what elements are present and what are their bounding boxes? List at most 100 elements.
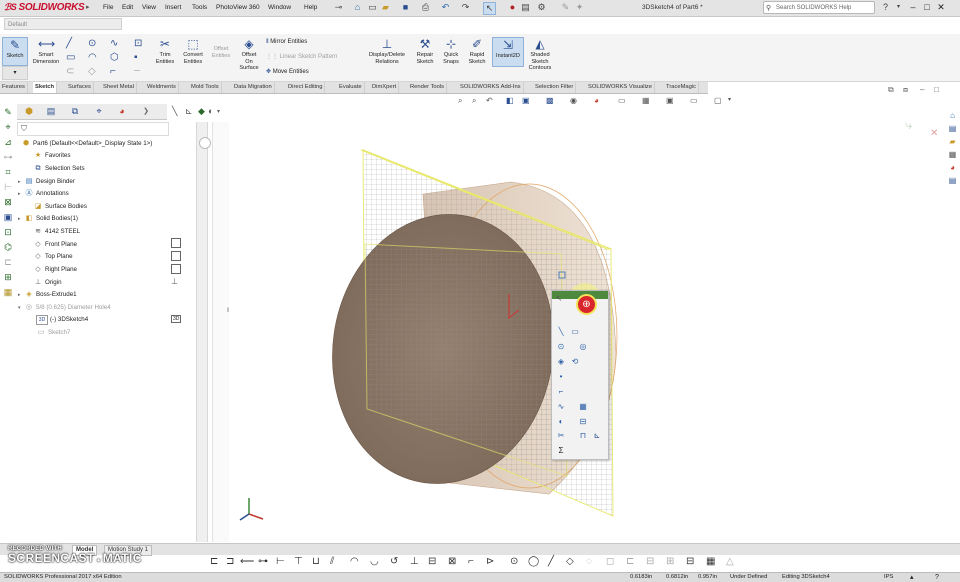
sketch-side-icon-8[interactable]: ▣ <box>2 211 14 223</box>
appearance-mini-icon[interactable]: ◐ <box>208 106 213 116</box>
tree-item[interactable]: ▭ Sketch7 <box>36 328 71 338</box>
panel-expand-icon[interactable]: ❯ <box>139 106 153 117</box>
configuration-select[interactable]: Default <box>4 18 122 30</box>
redo-icon[interactable]: ↷ <box>460 2 471 13</box>
property-manager-tab-icon[interactable]: ▤ <box>44 106 58 117</box>
tab-data-migration[interactable]: Data Migration <box>232 82 275 93</box>
sketch-button[interactable]: ✎ Sketch <box>2 37 28 66</box>
tree-item[interactable]: ▸ ▤ Design Binder <box>18 177 75 187</box>
tab-selection-filter[interactable]: Selection Filter <box>533 82 577 93</box>
rectangle-icon[interactable]: ▭ <box>570 327 580 337</box>
feature-preview-icon[interactable] <box>199 137 211 149</box>
tree-item[interactable]: ◇ Front Plane <box>27 240 77 250</box>
tree-item[interactable]: ▸ Ⓐ Annotations <box>18 189 69 199</box>
help-question-icon[interactable]: ? <box>880 2 891 13</box>
arc-icon[interactable]: ⟲ <box>570 357 580 367</box>
sketch-side-icon-11[interactable]: ⊏ <box>2 256 14 268</box>
custom-properties-icon[interactable]: ▤ <box>947 175 958 186</box>
panel-collapse-icon[interactable]: ‖ <box>227 308 229 314</box>
close-icon[interactable]: ✕ <box>934 2 948 13</box>
tree-item[interactable]: ▸ ◧ Solid Bodies(1) <box>18 214 78 224</box>
origin-visibility-icon[interactable]: ⊥ <box>171 277 178 286</box>
trim-entities-button[interactable]: ✂ Trim Entities <box>152 37 178 65</box>
instant2d-button[interactable]: ⇲ Instant2D <box>492 37 524 67</box>
menu-window[interactable]: Window <box>268 4 291 11</box>
polygon-icon[interactable]: ⬡ <box>110 52 119 63</box>
open-icon[interactable]: ▰ <box>380 2 391 13</box>
restore-view-icon[interactable]: ⧉ <box>888 85 894 95</box>
mini-dropdown-icon[interactable]: ▾ <box>217 108 220 115</box>
convert-entities-button[interactable]: ⬚ Convert Entities <box>179 37 207 65</box>
tree-item-active-sketch[interactable]: 3D (-) 3DSketch4 <box>36 315 89 325</box>
rapid-sketch-button[interactable]: ✐ Rapid Sketch <box>465 37 489 65</box>
arc-icon[interactable]: ◠ <box>88 52 97 63</box>
pin-icon[interactable]: ⊸ <box>333 2 344 13</box>
tab-mold-tools[interactable]: Mold Tools <box>189 82 222 93</box>
tree-item[interactable]: ▾ ◎ 5/8 (0.625) Diameter Hole4 <box>18 303 111 313</box>
bottom-tool-icon-24[interactable]: ⊟ <box>646 556 654 567</box>
rebuild-icon[interactable]: ● <box>507 2 518 13</box>
sketch-side-icon-5[interactable]: ⌗ <box>2 166 14 178</box>
minimize-icon[interactable]: – <box>906 2 920 12</box>
circle-icon[interactable]: ◎ <box>578 342 588 352</box>
menu-file[interactable]: File <box>103 4 113 11</box>
design-library-icon[interactable]: ▤ <box>947 123 958 134</box>
bottom-tool-icon-12[interactable]: ⊥ <box>410 556 419 567</box>
spline-icon[interactable]: ⊙ <box>556 342 566 352</box>
sketch-side-icon-10[interactable]: ⌬ <box>2 241 14 253</box>
right-plane-visibility-icon[interactable] <box>171 264 181 274</box>
repair-sketch-button[interactable]: ⚒ Repair Sketch <box>412 37 438 65</box>
line-icon[interactable]: ╱ <box>66 38 72 49</box>
relations-icon[interactable]: ⊓ <box>578 431 588 441</box>
quick-snaps-button[interactable]: ⊹ Quick Snaps <box>439 37 463 65</box>
sketch-side-icon-3[interactable]: ⊿ <box>2 136 14 148</box>
circle-icon[interactable]: ⊙ <box>88 38 96 49</box>
feature-manager-tab-icon[interactable]: ⬢ <box>22 106 36 117</box>
centerline-icon[interactable]: ┄ <box>134 66 140 77</box>
home-icon[interactable]: ⌂ <box>352 2 363 13</box>
bottom-tool-icon-6[interactable]: ⊤ <box>294 556 303 567</box>
bottom-tool-icon-15[interactable]: ⌐ <box>468 556 474 567</box>
menu-help[interactable]: Help <box>304 4 317 11</box>
shaded-sketch-contours-button[interactable]: ◭ Shaded Sketch Contours <box>525 37 555 72</box>
bottom-tool-icon-3[interactable]: ⟵ <box>240 556 254 567</box>
fillet-icon[interactable]: ⌐ <box>556 387 566 397</box>
sketch-side-icon-4[interactable]: ⊶ <box>2 151 14 163</box>
tab-sketch[interactable]: Sketch <box>33 82 58 93</box>
tree-filter-input[interactable]: ⛉ <box>17 122 169 136</box>
sketch-side-icon-6[interactable]: ⊢ <box>2 181 14 193</box>
hud-dropdown-icon[interactable]: ▾ <box>728 96 731 103</box>
convert-icon[interactable]: ◐ <box>556 417 566 427</box>
tab-evaluate[interactable]: Evaluate <box>337 82 365 93</box>
rapid-icon-disabled[interactable]: ✦ <box>574 2 585 13</box>
point-icon[interactable]: ▪ <box>134 52 138 63</box>
tab-dimxpert[interactable]: DimXpert <box>370 82 400 93</box>
tab-features[interactable]: Features <box>0 82 28 93</box>
view-palette-icon[interactable]: ▦ <box>947 149 958 160</box>
menu-view[interactable]: View <box>142 4 156 11</box>
menu-insert[interactable]: Insert <box>165 4 181 11</box>
dimxpert-manager-tab-icon[interactable]: ⌖ <box>92 106 106 117</box>
sketch-entity-icon[interactable]: ╲ <box>172 106 177 117</box>
bottom-tool-icon-27[interactable]: ▦ <box>706 556 715 567</box>
bottom-tool-icon-21[interactable]: ◌ <box>586 556 592 567</box>
bottom-tool-icon-17[interactable]: ⊙ <box>510 556 518 567</box>
sketch-side-icon-1[interactable]: ✎ <box>2 106 14 118</box>
tree-item[interactable]: ≋ 4142 STEEL <box>27 227 80 237</box>
bottom-tool-icon-16[interactable]: ⊳ <box>486 556 494 567</box>
sketch-side-icon-13[interactable]: ▦ <box>2 286 14 298</box>
line-icon[interactable]: ╲ <box>556 327 566 337</box>
help-search-input[interactable]: ⚲ Search SOLIDWORKS Help <box>763 1 875 14</box>
bottom-tool-icon-1[interactable]: ⊏ <box>210 556 218 567</box>
tab-direct-editing[interactable]: Direct Editing <box>286 82 326 93</box>
bottom-tool-icon-14[interactable]: ⊠ <box>448 556 456 567</box>
point-icon[interactable]: • <box>556 372 566 382</box>
tab-solidworks-visualize[interactable]: SOLIDWORKS Visualize <box>586 82 656 93</box>
smart-dimension-button[interactable]: ⟷ Smart Dimension <box>30 37 62 65</box>
equation-sigma-icon[interactable]: Σ <box>556 446 566 456</box>
trim-mini-icon[interactable]: ⊾ <box>185 106 193 117</box>
undo-icon[interactable]: ↶ <box>440 2 451 13</box>
spline-icon[interactable]: ∿ <box>110 38 118 49</box>
tree-root[interactable]: ⬢ Part6 (Default<<Default>_Display State … <box>21 139 152 149</box>
logo-menu-arrow-icon[interactable]: ▸ <box>86 0 96 16</box>
